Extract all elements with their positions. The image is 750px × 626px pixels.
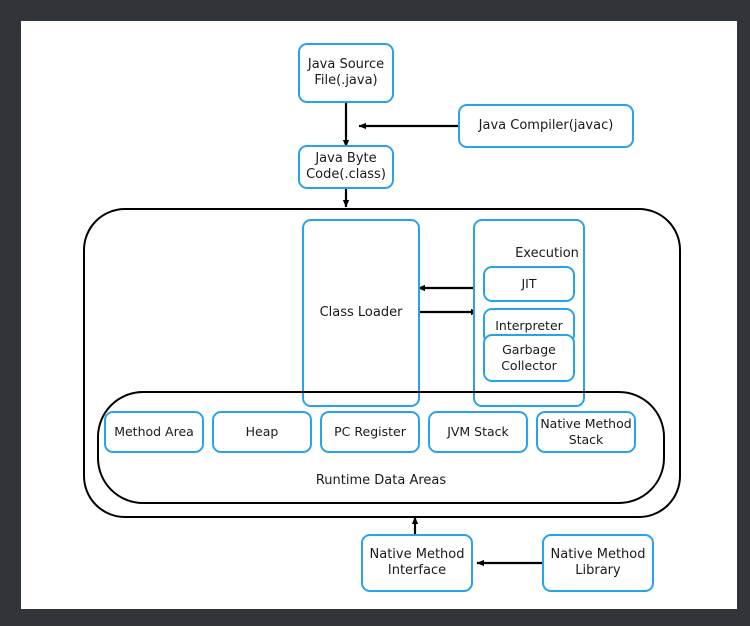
node-java-compiler[interactable]: Java Compiler(javac) [458, 104, 634, 148]
node-garbage-collector[interactable]: Garbage Collector [483, 334, 575, 382]
node-java-byte-code[interactable]: Java Byte Code(.class) [298, 145, 394, 189]
runtime-area-heap[interactable]: Heap [212, 411, 312, 453]
runtime-area-pc-register[interactable]: PC Register [320, 411, 420, 453]
diagram-canvas: Java Source File(.java) Java Compiler(ja… [21, 21, 737, 609]
node-native-method-library[interactable]: Native Method Library [542, 534, 654, 592]
runtime-area-method-area[interactable]: Method Area [104, 411, 204, 453]
screenshot-root: Java Source File(.java) Java Compiler(ja… [0, 0, 750, 626]
node-jit[interactable]: JIT [483, 266, 575, 302]
node-native-method-interface[interactable]: Native Method Interface [361, 534, 473, 592]
node-java-source-file[interactable]: Java Source File(.java) [298, 43, 394, 103]
execution-label: Execution [515, 246, 579, 261]
runtime-data-areas-label: Runtime Data Areas [315, 473, 447, 488]
node-class-loader[interactable]: Class Loader [302, 219, 420, 407]
runtime-area-jvm-stack[interactable]: JVM Stack [428, 411, 528, 453]
runtime-area-native-method-stack[interactable]: Native Method Stack [536, 411, 636, 453]
